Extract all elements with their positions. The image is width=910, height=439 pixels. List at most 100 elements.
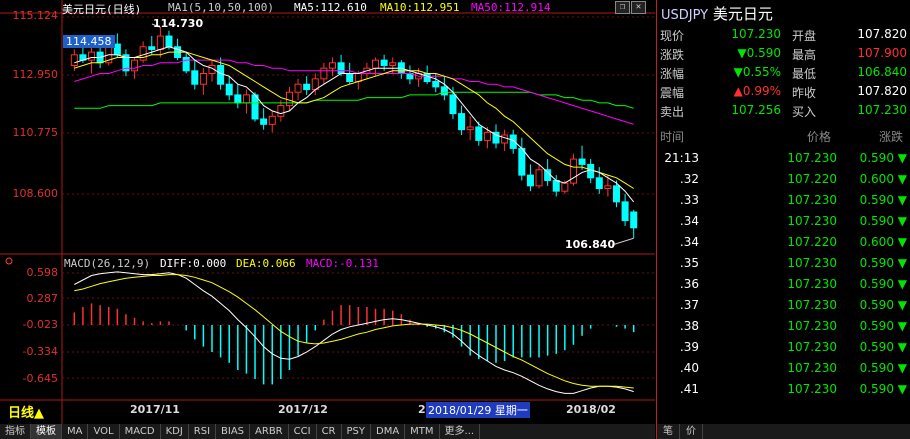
- quote-name: 美元日元: [712, 5, 773, 23]
- quote-row: 涨幅 ▼0.55% 最低 106.840: [657, 65, 910, 85]
- x-axis-label: 2018/02: [566, 403, 616, 416]
- low-leader-line: [611, 237, 634, 246]
- indicator-tab[interactable]: MACD: [120, 424, 161, 439]
- quote-value: 107.230: [857, 103, 907, 117]
- tick-time: .36: [679, 277, 699, 291]
- indicator-tab[interactable]: DMA: [371, 424, 406, 439]
- candle-body: [234, 94, 242, 104]
- indicator-tab[interactable]: 更多...: [440, 424, 481, 439]
- candle-body: [199, 73, 207, 85]
- candle-body: [277, 105, 285, 117]
- candle-body: [389, 62, 397, 66]
- right-tab[interactable]: 价: [680, 424, 703, 439]
- macd-axis-label: 0.598: [26, 266, 59, 279]
- candle-body: [242, 94, 250, 104]
- quote-label: 涨幅: [660, 67, 685, 81]
- macd-macd-value: MACD:-0.131: [306, 257, 379, 270]
- tick-row: .36 107.230 0.590 ▼: [657, 277, 910, 297]
- tick-price: 107.230: [787, 319, 837, 333]
- quote-label: 最高: [792, 48, 817, 62]
- candle-body: [561, 182, 569, 192]
- tick-row: .40 107.230 0.590 ▼: [657, 361, 910, 381]
- candle-body: [526, 174, 534, 187]
- ma50-value: MA50:112.914: [471, 1, 551, 14]
- ma10-value: MA10:112.951: [380, 1, 460, 14]
- tick-time: .40: [679, 361, 699, 375]
- candle-body: [466, 126, 474, 131]
- tick-row: .32 107.220 0.600 ▼: [657, 172, 910, 192]
- indicator-tab[interactable]: BIAS: [216, 424, 251, 439]
- indicator-tab[interactable]: CCI: [289, 424, 317, 439]
- indicator-tab[interactable]: KDJ: [161, 424, 189, 439]
- macd-marker-icon: [5, 257, 13, 265]
- indicator-tab[interactable]: ARBR: [250, 424, 289, 439]
- candle-body: [156, 35, 164, 50]
- tick-change: 0.590 ▼: [859, 340, 907, 354]
- tick-change: 0.590 ▼: [859, 319, 907, 333]
- candle-body: [578, 158, 586, 165]
- quote-label: 涨跌: [660, 48, 685, 62]
- tick-time: .37: [679, 298, 699, 312]
- candle-body: [113, 43, 121, 56]
- period-label[interactable]: 日线▲: [8, 402, 44, 421]
- tick-price: 107.230: [787, 277, 837, 291]
- tick-row: 21:13 107.230 0.590 ▼: [657, 151, 910, 171]
- candle-body: [268, 115, 276, 125]
- right-tab[interactable]: 笔: [657, 424, 680, 439]
- candle-body: [544, 169, 552, 181]
- tick-price: 107.230: [787, 151, 837, 165]
- quote-label: 现价: [660, 29, 685, 43]
- candle-body: [303, 83, 311, 91]
- tick-row: .39 107.230 0.590 ▼: [657, 340, 910, 360]
- x-axis-label: 2017/11: [130, 403, 180, 416]
- tick-row: .33 107.230 0.590 ▼: [657, 193, 910, 213]
- macd-axis-label: 0.287: [26, 292, 59, 305]
- quote-value: 107.230: [731, 27, 781, 41]
- restore-icon[interactable]: ❐: [615, 1, 630, 14]
- kline-chart-panel[interactable]: 美元日元(日线) MA1(5,10,50,100) MA5:112.610 MA…: [0, 0, 655, 439]
- tick-time: .34: [679, 235, 699, 249]
- quote-label: 卖出: [660, 105, 685, 119]
- indicator-tab[interactable]: VOL: [88, 424, 120, 439]
- tick-price: 107.230: [787, 340, 837, 354]
- macd-dea-value: DEA:0.066: [236, 257, 296, 270]
- ticks-time-header: 时间: [660, 130, 685, 144]
- kline-chart-svg[interactable]: [0, 0, 655, 439]
- quote-row: 震幅 ▲0.99% 昨收 107.820: [657, 84, 910, 104]
- right-tab-bar: 笔价: [657, 424, 910, 439]
- tick-row: .41 107.230 0.590 ▼: [657, 382, 910, 402]
- candle-body: [285, 91, 293, 107]
- candle-body: [225, 83, 233, 96]
- quote-value: 106.840: [857, 65, 907, 79]
- cursor-price-box: 114.458: [63, 35, 115, 48]
- candle-body: [423, 73, 431, 83]
- candle-body: [458, 113, 466, 131]
- quote-label: 昨收: [792, 86, 817, 100]
- tick-row: .34 107.230 0.590 ▼: [657, 214, 910, 234]
- tick-row: .37 107.230 0.590 ▼: [657, 298, 910, 318]
- high-price-annotation: 114.730: [153, 17, 204, 30]
- tick-change: 0.590 ▼: [859, 151, 907, 165]
- tick-time: 21:13: [664, 151, 699, 165]
- tick-change: 0.590 ▼: [859, 382, 907, 396]
- indicator-tab[interactable]: MTM: [405, 424, 440, 439]
- candle-body: [475, 126, 483, 141]
- candle-body: [139, 46, 147, 61]
- close-icon[interactable]: ✕: [631, 1, 646, 14]
- indicator-tab[interactable]: PSY: [342, 424, 371, 439]
- tick-time: .32: [679, 172, 699, 186]
- price-axis-label: 110.775: [12, 126, 59, 139]
- indicator-tab[interactable]: 指标: [0, 424, 31, 439]
- candle-body: [535, 169, 543, 187]
- indicator-tab[interactable]: 模板: [31, 424, 62, 439]
- indicator-tab[interactable]: MA: [62, 424, 89, 439]
- indicator-tab[interactable]: RSI: [189, 424, 217, 439]
- candle-body: [337, 62, 345, 75]
- indicator-tab[interactable]: CR: [317, 424, 342, 439]
- quote-value: 107.820: [857, 84, 907, 98]
- ticks-header: 时间 价格 涨跌: [657, 128, 910, 146]
- candle-body: [131, 59, 139, 72]
- ma-params-label: MA1(5,10,50,100): [168, 1, 274, 14]
- tick-change: 0.590 ▼: [859, 298, 907, 312]
- tick-change: 0.590 ▼: [859, 193, 907, 207]
